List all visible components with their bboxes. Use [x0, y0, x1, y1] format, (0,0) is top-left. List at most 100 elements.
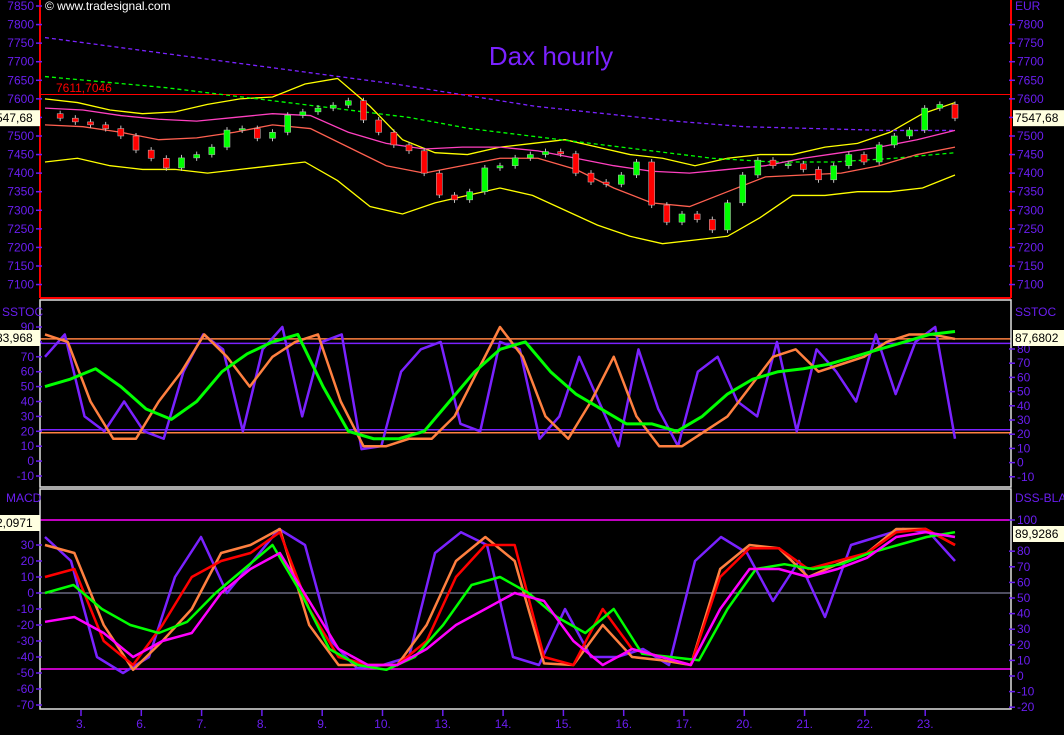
sstoc-tick-right: 60: [1017, 370, 1031, 384]
price-tick-right: 7500: [1017, 129, 1044, 143]
dss-tick-right: 10: [1017, 653, 1031, 667]
date-tick: 16.: [615, 717, 632, 731]
candle: [678, 213, 686, 223]
candle: [784, 163, 792, 166]
price-tick-left: 7750: [7, 36, 34, 50]
date-tick: 13.: [434, 717, 451, 731]
price-tick-left: 7800: [7, 18, 34, 32]
price-tick-right: 7200: [1017, 240, 1044, 254]
price-tick-left: 7300: [7, 203, 34, 217]
candle: [587, 172, 595, 183]
date-tick: 8.: [257, 717, 267, 731]
price-tick-left: 7100: [7, 278, 34, 292]
candle: [466, 191, 473, 201]
price-tick-right: 7100: [1017, 278, 1044, 292]
sstoc-tick-right: 40: [1017, 399, 1031, 413]
candle: [845, 154, 853, 166]
candle: [663, 204, 671, 223]
candle: [754, 159, 762, 176]
macd-tick-left: 10: [21, 570, 35, 584]
candle: [117, 128, 125, 137]
reference-line-label: 7611,7046: [56, 81, 112, 95]
dss-tick-right: 80: [1017, 544, 1031, 558]
candle: [269, 132, 276, 139]
sstoc-tick-right: 10: [1017, 441, 1031, 455]
price-tick-right: 7300: [1017, 203, 1044, 217]
candle: [572, 153, 580, 174]
candle: [602, 181, 610, 185]
candle: [875, 144, 883, 163]
candle: [739, 174, 746, 204]
candle: [405, 144, 413, 152]
copyright-text: © www.tradesignal.com: [45, 0, 171, 13]
candle: [542, 151, 549, 155]
candle: [132, 135, 140, 151]
sstoc-tick-right: 50: [1017, 385, 1031, 399]
date-tick: 14.: [495, 717, 512, 731]
candle: [860, 154, 868, 163]
macd-tick-left: -70: [17, 698, 35, 712]
sstoc-tick-left: 10: [21, 439, 35, 453]
price-tick-left: 7650: [7, 73, 34, 87]
dss-tick-right: 20: [1017, 638, 1031, 652]
candle: [72, 117, 79, 123]
date-tick: 15.: [555, 717, 572, 731]
candle: [436, 172, 443, 196]
price-tick-left: 7250: [7, 222, 34, 236]
price-tick-right: 7450: [1017, 148, 1044, 162]
candle: [238, 128, 246, 131]
candle: [163, 158, 170, 169]
dss-tick-right: 60: [1017, 575, 1031, 589]
sstoc-tick-left: 30: [21, 409, 35, 423]
macd-value-left: 2,0971: [0, 516, 33, 530]
candle: [102, 124, 109, 129]
macd-tick-left: -30: [17, 634, 35, 648]
price-tick-right: 7750: [1017, 36, 1044, 50]
candle: [208, 146, 216, 155]
candle: [314, 107, 322, 113]
sstoc-tick-left: 0: [27, 454, 34, 468]
price-tick-left: 7200: [7, 240, 34, 254]
date-tick: 21.: [796, 717, 813, 731]
macd-tick-left: 30: [21, 538, 35, 552]
sstoc-value-right: 87,6802: [1015, 331, 1059, 345]
candle: [481, 167, 489, 192]
candle: [527, 154, 534, 159]
candle: [511, 157, 519, 166]
candle: [891, 135, 898, 146]
date-tick: 3.: [76, 717, 86, 731]
sstoc-tick-right: 30: [1017, 413, 1031, 427]
candle: [618, 174, 625, 185]
candle: [709, 219, 716, 231]
date-tick: 20.: [736, 717, 753, 731]
date-tick: 7.: [197, 717, 207, 731]
candle: [830, 165, 837, 181]
sstoc-value-left: 83,968: [0, 331, 33, 345]
sstoc-tick-right: 20: [1017, 427, 1031, 441]
candle: [557, 151, 564, 155]
dss-tick-right: -10: [1017, 685, 1035, 699]
candle: [633, 161, 640, 176]
dss-tick-right: 0: [1017, 669, 1024, 683]
candle: [390, 132, 398, 146]
candle: [648, 161, 655, 206]
sstoc-tick-left: 50: [21, 380, 35, 394]
sstoc-tick-left: 40: [21, 395, 35, 409]
date-tick: 17.: [676, 717, 693, 731]
dss-tick-right: 50: [1017, 591, 1031, 605]
macd-tick-left: -50: [17, 666, 35, 680]
macd-tick-left: 20: [21, 554, 35, 568]
candle: [56, 113, 64, 119]
candle: [223, 129, 231, 148]
candle: [921, 107, 928, 131]
sstoc-label-left: SSTOC: [2, 305, 43, 319]
candle: [420, 150, 428, 174]
price-tick-left: 7600: [7, 92, 34, 106]
price-tick-right: 7600: [1017, 92, 1044, 106]
sstoc-tick-right: 0: [1017, 456, 1024, 470]
price-tick-right: 7700: [1017, 55, 1044, 69]
price-tick-left: 7400: [7, 166, 34, 180]
macd-tick-left: -10: [17, 602, 35, 616]
dss-label-right: DSS-BLAU: [1015, 491, 1064, 505]
dss-value-right: 89,9286: [1015, 527, 1059, 541]
